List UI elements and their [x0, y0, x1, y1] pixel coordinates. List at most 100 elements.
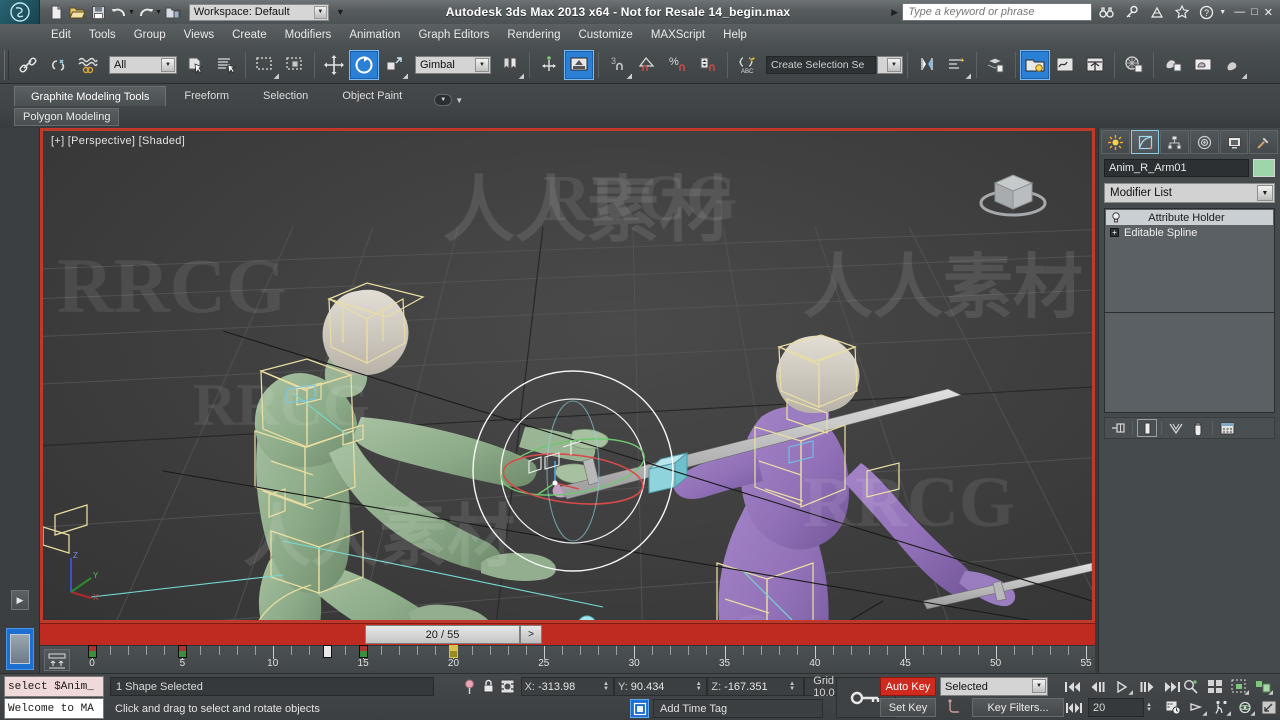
save-file-icon[interactable] — [88, 2, 108, 22]
align-tools-icon[interactable]: ◢ — [942, 50, 972, 80]
favorites-star-icon[interactable] — [1171, 2, 1192, 22]
selection-lock-pin-icon[interactable] — [460, 677, 479, 697]
selection-level-combo[interactable]: Selected ▼ — [940, 677, 1048, 696]
layer-manager-icon[interactable] — [981, 50, 1011, 80]
menu-item-help[interactable]: Help — [714, 27, 756, 43]
keyframe-marker[interactable] — [449, 645, 459, 658]
max-logo-icon[interactable] — [0, 0, 40, 24]
zoom-icon[interactable] — [1180, 677, 1202, 696]
rectangular-region-icon[interactable]: ◢ — [250, 50, 280, 80]
keyframe-marker[interactable] — [178, 645, 188, 658]
bind-space-warp-icon[interactable] — [73, 50, 103, 80]
make-unique-icon[interactable] — [1166, 419, 1186, 437]
modifier-stack[interactable]: Attribute Holder + Editable Spline — [1104, 208, 1275, 313]
set-key-button[interactable]: Set Key — [880, 698, 936, 717]
show-end-result-icon[interactable] — [1137, 419, 1157, 437]
schematic-view-icon[interactable] — [1050, 50, 1080, 80]
ribbon-menu-arrow-icon[interactable]: ▼ — [455, 96, 463, 105]
undo-dropdown-icon[interactable]: ▼ — [128, 9, 135, 16]
project-folder-icon[interactable] — [163, 2, 183, 22]
keyframe-marker[interactable] — [88, 645, 97, 658]
reference-coordinate-combo[interactable]: Gimbal ▼ — [415, 55, 491, 74]
modifier-list-dropdown[interactable]: Modifier List ▼ — [1104, 183, 1275, 203]
workspace-selector[interactable]: Workspace: Default ▼ — [188, 3, 329, 21]
remove-modifier-icon[interactable] — [1188, 419, 1208, 437]
object-name-field[interactable]: Anim_R_Arm01 — [1104, 159, 1249, 177]
maxscript-listener-field[interactable]: Welcome to MA — [4, 698, 104, 719]
menu-item-maxscript[interactable]: MAXScript — [642, 27, 714, 43]
x-coordinate-field[interactable]: X: -313.98 ▲ ▼ — [520, 677, 614, 696]
auto-key-button[interactable]: Auto Key — [880, 677, 936, 696]
selection-lock-icon[interactable] — [479, 677, 498, 697]
display-tab-icon[interactable] — [1219, 130, 1249, 154]
zoom-all-icon[interactable] — [1204, 677, 1226, 696]
menu-item-tools[interactable]: Tools — [80, 27, 125, 43]
chevron-down-icon[interactable]: ▼ — [313, 5, 327, 19]
satellite-icon[interactable] — [1146, 2, 1167, 22]
menu-item-customize[interactable]: Customize — [569, 27, 641, 43]
time-slider-handle[interactable]: 20 / 55 — [365, 625, 520, 644]
key-mode-icon[interactable] — [1062, 698, 1086, 717]
walkthrough-icon[interactable]: ◢ — [1210, 698, 1232, 717]
selection-filter-combo[interactable]: All ▼ — [109, 55, 177, 74]
maximize-button[interactable]: □ — [1251, 6, 1258, 18]
orbit-icon[interactable]: ◢ — [1234, 698, 1256, 717]
chevron-down-icon[interactable]: ▼ — [434, 94, 453, 106]
previous-frame-icon[interactable] — [1085, 677, 1109, 696]
link-icon[interactable] — [13, 50, 43, 80]
modify-tab-icon[interactable] — [1130, 130, 1160, 154]
use-pivot-center-icon[interactable]: ◢ — [495, 50, 525, 80]
select-scale-icon[interactable]: ◢ — [379, 50, 409, 80]
maxscript-input-field[interactable]: select $Anim_ — [4, 676, 104, 697]
flyout-corner-icon[interactable]: ◢ — [1250, 710, 1255, 717]
isolate-selection-icon[interactable] — [498, 677, 517, 697]
tab-selection[interactable]: Selection — [247, 86, 324, 106]
time-tag-icon[interactable] — [630, 699, 649, 718]
menu-item-create[interactable]: Create — [223, 27, 276, 43]
window-crossing-icon[interactable] — [280, 50, 310, 80]
tab-object-paint[interactable]: Object Paint — [326, 86, 418, 106]
flyout-corner-icon[interactable]: ◢ — [403, 72, 408, 80]
pin-stack-icon[interactable] — [1108, 419, 1128, 437]
hierarchy-tab-icon[interactable] — [1160, 130, 1190, 154]
chevron-down-icon[interactable]: ▼ — [1257, 185, 1273, 201]
flyout-corner-icon[interactable]: ◢ — [1242, 72, 1247, 80]
flyout-corner-icon[interactable]: ◢ — [966, 72, 971, 80]
percent-snap-icon[interactable]: % — [663, 50, 693, 80]
flyout-corner-icon[interactable]: ◢ — [627, 72, 632, 80]
x-value[interactable]: -313.98 — [538, 681, 600, 693]
chevron-right-icon[interactable]: ▶ — [891, 7, 898, 18]
material-editor-icon[interactable] — [1080, 50, 1110, 80]
new-file-icon[interactable] — [46, 2, 66, 22]
mirror-icon[interactable] — [534, 50, 564, 80]
redo-icon[interactable] — [136, 2, 156, 22]
lightbulb-icon[interactable] — [1110, 212, 1121, 223]
chevron-down-icon[interactable]: ▼ — [1032, 679, 1046, 693]
redo-dropdown-icon[interactable]: ▼ — [155, 9, 162, 16]
zoom-extents-icon[interactable]: ◢ — [1228, 677, 1250, 696]
modifier-stack-item-editable-spline[interactable]: + Editable Spline — [1106, 225, 1273, 240]
tab-graphite-modeling-tools[interactable]: Graphite Modeling Tools — [14, 86, 167, 106]
mirror-geometry-icon[interactable] — [912, 50, 942, 80]
select-rotate-icon[interactable] — [349, 49, 379, 80]
motion-tab-icon[interactable] — [1190, 130, 1219, 154]
flyout-corner-icon[interactable]: ◢ — [274, 72, 279, 80]
render-setup-icon[interactable] — [1119, 50, 1149, 80]
search-input[interactable]: Type a keyword or phrase — [902, 3, 1093, 21]
menu-item-animation[interactable]: Animation — [340, 27, 409, 43]
current-frame-field[interactable]: 20 — [1088, 698, 1144, 717]
plus-box-icon[interactable]: + — [1110, 228, 1119, 237]
z-coordinate-field[interactable]: Z: -167.351 ▲ ▼ — [707, 677, 805, 696]
panel-polygon-modeling[interactable]: Polygon Modeling — [14, 108, 120, 126]
select-by-name-icon[interactable] — [211, 50, 241, 80]
render-iterative-icon[interactable]: ◢ — [1218, 50, 1248, 80]
help-question-icon[interactable]: ? — [1196, 2, 1217, 22]
minimize-button[interactable]: — — [1234, 6, 1245, 18]
maxscript-mini-listener[interactable]: select $Anim_ Welcome to MA — [4, 676, 104, 719]
modifier-stack-item-attribute-holder[interactable]: Attribute Holder — [1106, 210, 1273, 225]
named-selection-sets-icon[interactable]: ABC — [732, 50, 762, 80]
y-coordinate-field[interactable]: Y: 90.434 ▲ ▼ — [613, 677, 708, 696]
select-object-icon[interactable] — [181, 50, 211, 80]
tab-freeform[interactable]: Freeform — [168, 86, 245, 106]
open-mini-curve-editor-icon[interactable] — [44, 649, 70, 671]
